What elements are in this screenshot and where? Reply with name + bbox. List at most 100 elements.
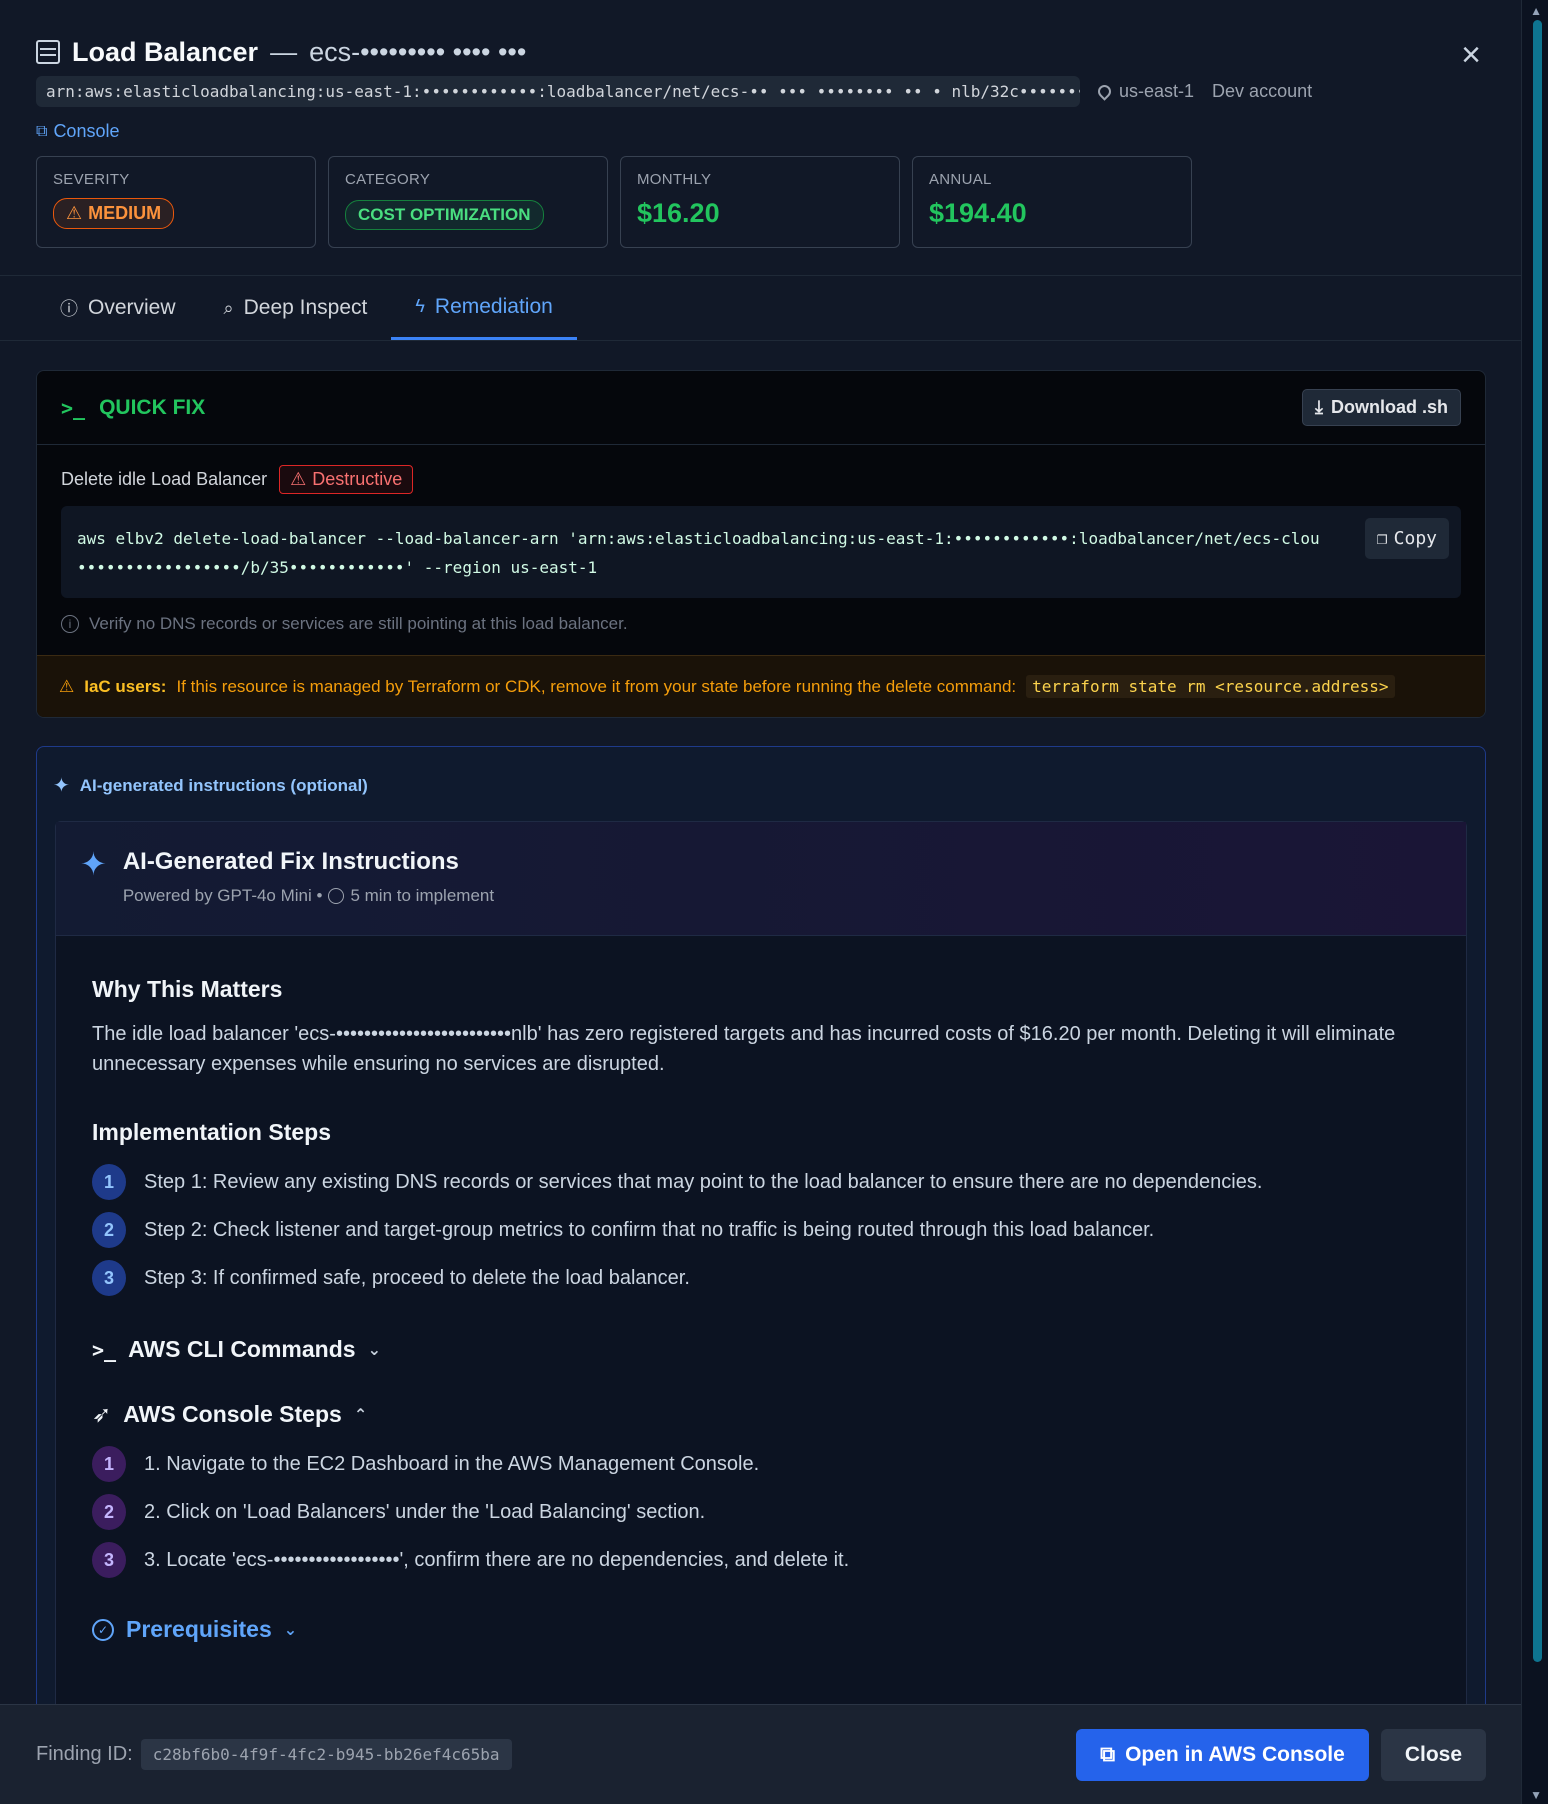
destructive-label: Destructive <box>312 469 403 489</box>
scroll-down-icon[interactable]: ▼ <box>1530 1788 1542 1802</box>
terminal-icon: >_ <box>61 395 86 420</box>
severity-card: SEVERITY ⚠ MEDIUM <box>36 156 316 248</box>
tab-overview[interactable]: ⓘ Overview <box>36 276 200 340</box>
modal-header: Load Balancer — ecs-••••••••• •••• ••• ×… <box>36 32 1481 248</box>
impl-title: Implementation Steps <box>92 1119 331 1145</box>
region-label: us-east-1 <box>1119 81 1195 101</box>
annual-card: ANNUAL $194.40 <box>912 156 1192 248</box>
copy-button[interactable]: ❐ Copy <box>1364 518 1449 559</box>
why-title: Why This Matters <box>92 976 283 1002</box>
console-link[interactable]: ⧉ Console <box>36 121 1481 142</box>
time-estimate: 5 min to implement <box>350 886 495 905</box>
command-line-2: •••••••••••••••••/b/35••••••••••••' --re… <box>77 558 598 577</box>
quick-fix-label: QUICK FIX <box>99 395 206 419</box>
step-text: 1. Navigate to the EC2 Dashboard in the … <box>144 1452 760 1475</box>
ai-instructions-panel: ✦ AI-generated instructions (optional) ✦… <box>36 746 1486 1804</box>
warning-icon: ⚠ <box>66 203 83 223</box>
severity-value: MEDIUM <box>88 203 162 223</box>
command-line-1: aws elbv2 delete-load-balancer --load-ba… <box>77 529 1320 548</box>
arn-row: arn:aws:elasticloadbalancing:us-east-1:•… <box>36 76 1481 107</box>
info-icon: i <box>61 615 79 633</box>
annual-label: ANNUAL <box>929 171 992 188</box>
search-icon: ⌕ <box>223 297 234 318</box>
quick-fix-description-row: Delete idle Load Balancer ⚠ Destructive <box>61 465 1461 494</box>
quick-fix-title: >_ QUICK FIX <box>61 396 205 420</box>
step-text: 3. Locate 'ecs-••••••••••••••••••', conf… <box>144 1548 850 1571</box>
why-text: The idle load balancer 'ecs-••••••••••••… <box>92 1023 1396 1075</box>
footer-actions: ⧉ Open in AWS Console Close <box>1076 1728 1486 1781</box>
download-script-button[interactable]: ⤓ Download .sh <box>1302 389 1461 426</box>
step-text: Step 2: Check listener and target-group … <box>144 1218 1155 1241</box>
scrollbar-thumb[interactable] <box>1533 20 1542 1662</box>
quick-fix-description: Delete idle Load Balancer <box>61 469 268 489</box>
step-text: 2. Click on 'Load Balancers' under the '… <box>144 1500 706 1523</box>
warning-icon: ⚠ <box>59 676 75 696</box>
copy-icon: ❐ <box>1376 528 1388 549</box>
arn-value: arn:aws:elasticloadbalancing:us-east-1:•… <box>36 76 1080 107</box>
cli-title: AWS CLI Commands <box>128 1336 356 1362</box>
quick-fix-panel: >_ QUICK FIX ⤓ Download .sh Delete idle … <box>36 370 1486 718</box>
console-steps: 1 1. Navigate to the EC2 Dashboard in th… <box>92 1446 1430 1578</box>
finding-id-row: Finding ID: c28bf6b0-4f9f-4fc2-b945-bb26… <box>36 1739 512 1770</box>
monthly-value: $16.20 <box>637 198 720 228</box>
resource-name: ecs-••••••••• •••• ••• <box>309 36 527 67</box>
list-item: 2 Step 2: Check listener and target-grou… <box>92 1212 1430 1248</box>
tab-bar: ⓘ Overview ⌕ Deep Inspect ϟ Remediation <box>0 275 1521 341</box>
tab-label: Deep Inspect <box>243 296 368 319</box>
close-icon[interactable]: × <box>1461 38 1481 72</box>
tab-remediation[interactable]: ϟ Remediation <box>391 276 577 340</box>
title-separator: — <box>270 36 298 67</box>
iac-command: terraform state rm <resource.address> <box>1026 675 1395 698</box>
finding-label: Finding ID: <box>36 1743 133 1765</box>
list-item: 3 3. Locate 'ecs-••••••••••••••••••', co… <box>92 1542 1430 1578</box>
ai-section-header[interactable]: ✦ AI-generated instructions (optional) <box>37 747 1485 798</box>
title-row: Load Balancer — ecs-••••••••• •••• ••• × <box>36 32 1481 72</box>
cli-commands-toggle[interactable]: >_ AWS CLI Commands ⌄ <box>92 1336 1430 1363</box>
console-steps-toggle[interactable]: ➶ AWS Console Steps ⌃ <box>92 1401 1430 1428</box>
list-item: 2 2. Click on 'Load Balancers' under the… <box>92 1494 1430 1530</box>
step-number: 2 <box>92 1494 126 1530</box>
iac-text: If this resource is managed by Terraform… <box>176 676 1017 696</box>
scroll-up-icon[interactable]: ▲ <box>1530 4 1542 18</box>
tab-deep-inspect[interactable]: ⌕ Deep Inspect <box>200 276 392 340</box>
bolt-icon: ϟ <box>415 296 425 316</box>
prerequisites-toggle[interactable]: ✓ Prerequisites ⌄ <box>92 1616 1430 1643</box>
open-console-label: Open in AWS Console <box>1125 1742 1345 1766</box>
severity-badge: ⚠ MEDIUM <box>53 198 175 229</box>
info-icon: ⓘ <box>60 299 78 319</box>
tab-label: Remediation <box>434 294 553 318</box>
monthly-label: MONTHLY <box>637 171 712 188</box>
sparkles-icon: ✦ <box>53 775 70 797</box>
chevron-down-icon: ⌄ <box>283 1621 298 1639</box>
annual-value: $194.40 <box>929 198 1027 228</box>
list-item: 3 Step 3: If confirmed safe, proceed to … <box>92 1260 1430 1296</box>
modal-footer: Finding ID: c28bf6b0-4f9f-4fc2-b945-bb26… <box>0 1704 1521 1804</box>
severity-label: SEVERITY <box>53 171 130 188</box>
download-label: Download .sh <box>1331 397 1448 417</box>
quick-fix-body: Delete idle Load Balancer ⚠ Destructive … <box>37 445 1485 634</box>
check-circle-icon: ✓ <box>92 1618 114 1641</box>
category-card: CATEGORY COST OPTIMIZATION <box>328 156 608 248</box>
command-code-block[interactable]: aws elbv2 delete-load-balancer --load-ba… <box>61 506 1461 598</box>
finding-modal: Load Balancer — ecs-••••••••• •••• ••• ×… <box>0 0 1522 1804</box>
chevron-up-icon: ⌃ <box>353 1406 368 1424</box>
ai-section-label: AI-generated instructions (optional) <box>79 775 368 795</box>
close-button[interactable]: Close <box>1380 1728 1486 1781</box>
finding-id[interactable]: c28bf6b0-4f9f-4fc2-b945-bb26ef4c65ba <box>140 1739 512 1770</box>
terminal-icon: >_ <box>92 1337 117 1362</box>
sparkles-icon: ✦ <box>80 846 107 882</box>
verify-note: i Verify no DNS records or services are … <box>61 614 1461 634</box>
monthly-card: MONTHLY $16.20 <box>620 156 900 248</box>
category-badge: COST OPTIMIZATION <box>345 200 544 230</box>
ai-card-header: ✦ AI-Generated Fix Instructions Powered … <box>56 822 1466 936</box>
open-aws-console-button[interactable]: ⧉ Open in AWS Console <box>1076 1728 1369 1781</box>
warning-icon: ⚠ <box>290 469 307 489</box>
destructive-badge: ⚠ Destructive <box>279 465 414 494</box>
list-item: 1 1. Navigate to the EC2 Dashboard in th… <box>92 1446 1430 1482</box>
powered-by: Powered by GPT-4o Mini • <box>122 886 323 905</box>
iac-warning: ⚠ IaC users: If this resource is managed… <box>37 655 1485 717</box>
download-icon: ⤓ <box>1315 397 1323 417</box>
step-text: Step 1: Review any existing DNS records … <box>144 1170 1263 1193</box>
tab-label: Overview <box>88 296 176 319</box>
step-number: 3 <box>92 1260 126 1296</box>
